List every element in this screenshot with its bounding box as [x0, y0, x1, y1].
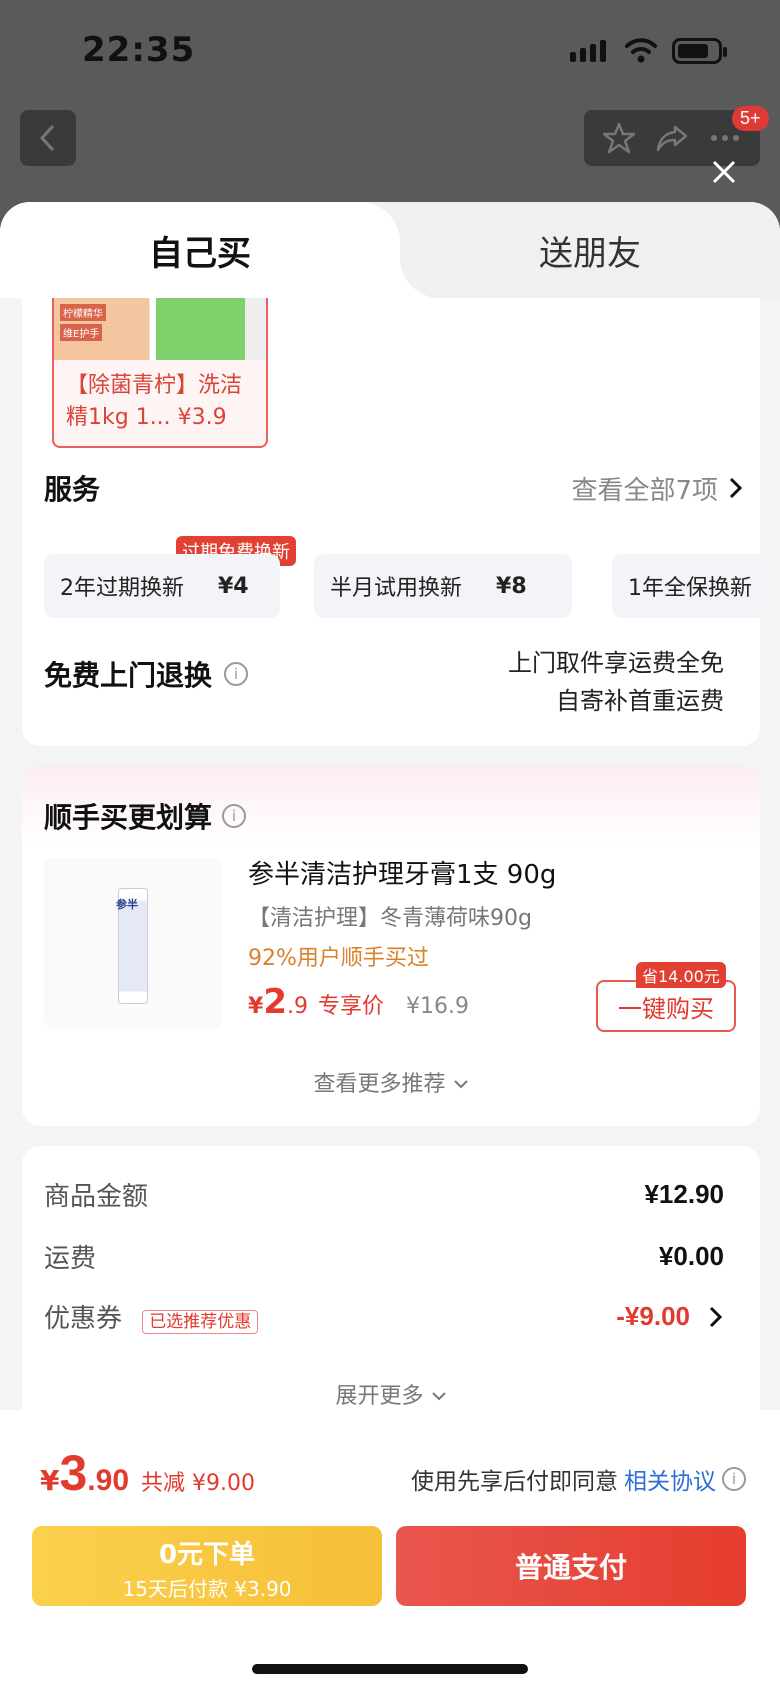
promo-thumb-tag: 维E护手	[60, 324, 103, 341]
tab-buy-for-self[interactable]: 自己买	[0, 202, 430, 298]
back-icon	[39, 124, 55, 152]
free-return-title: 免费上门退换 i	[44, 654, 249, 694]
coupon-label: 优惠券	[44, 1304, 123, 1334]
goods-amount-label: 商品金额	[44, 1182, 149, 1212]
tab-gift-friend[interactable]: 送朋友	[400, 202, 780, 298]
price-decimal: .9	[286, 994, 308, 1019]
info-icon[interactable]: i	[222, 804, 247, 828]
product-brand-mark: 参半	[116, 898, 138, 911]
expand-more-label: 展开更多	[335, 1384, 424, 1409]
see-more-label: 查看更多推荐	[313, 1072, 446, 1097]
status-time: 22:35	[82, 30, 196, 70]
agreement-text: 使用先享后付即同意 相关协议 i	[411, 1462, 746, 1496]
price-integer: 2	[263, 982, 287, 1022]
coupon-tag: 已选推荐优惠	[142, 1310, 259, 1334]
return-desc-line: 上门取件享运费全免	[508, 649, 724, 677]
pay-later-button[interactable]: 0元下单 15天后付款 ¥3.90	[32, 1526, 382, 1606]
close-icon[interactable]	[704, 152, 744, 192]
chevron-right-icon	[709, 1306, 723, 1327]
promo-product-card[interactable]: 柠檬精华 维E护手 【除菌青柠】洗洁精1kg 1... ¥3.9	[52, 298, 268, 448]
promo-thumb-tag: 柠檬精华	[60, 304, 106, 321]
pay-later-main: 0元下单	[158, 1540, 256, 1570]
share-icon[interactable]	[655, 121, 689, 155]
back-button[interactable]	[20, 110, 76, 166]
purchase-tabs: 自己买 送朋友	[0, 202, 780, 298]
price-currency: ¥	[248, 994, 264, 1019]
pay-later-sub: 15天后付款 ¥3.90	[122, 1577, 292, 1601]
product-name[interactable]: 参半清洁护理牙膏1支 90g	[248, 854, 556, 891]
original-price: ¥16.9	[406, 994, 469, 1019]
goods-amount-row: 商品金额 ¥12.90	[44, 1176, 724, 1213]
status-bar: 22:35	[0, 0, 780, 100]
chevron-down-icon	[431, 1392, 446, 1401]
see-more-recommend-link[interactable]: 查看更多推荐	[22, 1066, 760, 1098]
freight-row: 运费 ¥0.00	[44, 1238, 724, 1275]
view-all-services-link[interactable]: 查看全部7项	[571, 470, 744, 507]
recommend-title: 顺手买更划算 i	[44, 796, 247, 836]
info-icon[interactable]: i	[722, 1467, 746, 1491]
recommend-title-label: 顺手买更划算	[44, 801, 213, 834]
service-chip-full-warranty[interactable]: 1年全保换新	[612, 554, 760, 618]
chip-label: 半月试用换新	[330, 576, 463, 601]
service-options: 2年过期换新 ¥4 半月试用换新 ¥8 1年全保换新	[44, 554, 760, 618]
signal-icon	[570, 40, 606, 62]
info-icon[interactable]: i	[224, 662, 249, 686]
view-all-label: 查看全部7项	[571, 475, 718, 506]
battery-icon	[672, 38, 727, 64]
agreement-prefix: 使用先享后付即同意	[411, 1469, 618, 1495]
product-image[interactable]: 参半	[44, 858, 222, 1028]
expand-more-link[interactable]: 展开更多	[22, 1378, 760, 1410]
coupon-value: -¥9.00	[616, 1301, 690, 1331]
service-card: 柠檬精华 维E护手 【除菌青柠】洗洁精1kg 1... ¥3.9 服务 查看全部…	[22, 298, 760, 746]
coupon-row[interactable]: 优惠券 已选推荐优惠 -¥9.00	[44, 1298, 724, 1335]
product-price: ¥ 2 .9 专享价 ¥16.9	[248, 982, 469, 1022]
wifi-icon	[625, 38, 657, 63]
chevron-right-icon	[729, 477, 743, 499]
product-variant: 【清洁护理】冬青薄荷味90g	[248, 906, 532, 931]
return-desc-line: 自寄补首重运费	[556, 687, 724, 715]
total-integer: 3	[59, 1445, 88, 1501]
recommend-card: 顺手买更划算 i 参半 参半清洁护理牙膏1支 90g 【清洁护理】冬青薄荷味90…	[22, 766, 760, 1126]
chevron-down-icon	[453, 1080, 468, 1089]
total-decimal: .90	[87, 1464, 130, 1497]
checkout-footer: ¥ 3 .90 共减 ¥9.00 使用先享后付即同意 相关协议 i 0元下单 1…	[0, 1410, 780, 1688]
coupon-label-group: 优惠券 已选推荐优惠	[44, 1298, 259, 1335]
savings-badge: 省14.00元	[636, 962, 726, 988]
chip-price: ¥4	[218, 573, 249, 599]
service-chip-expiry[interactable]: 2年过期换新 ¥4	[44, 554, 280, 618]
price-label: 专享价	[317, 994, 384, 1019]
freight-value: ¥0.00	[658, 1241, 724, 1271]
total-price: ¥ 3 .90 共减 ¥9.00	[40, 1444, 255, 1502]
notification-badge: 5+	[732, 106, 769, 131]
promo-product-text: 【除菌青柠】洗洁精1kg 1... ¥3.9	[66, 373, 243, 430]
goods-amount-value: ¥12.90	[644, 1179, 724, 1209]
coupon-value-group: -¥9.00	[616, 1301, 724, 1332]
promo-product-image: 柠檬精华 维E护手	[54, 298, 266, 360]
total-discount: 共减 ¥9.00	[141, 1471, 255, 1496]
star-icon[interactable]	[602, 121, 636, 155]
chip-label: 1年全保换新	[628, 576, 752, 601]
chip-price: ¥8	[496, 573, 527, 599]
normal-pay-button[interactable]: 普通支付	[396, 1526, 746, 1606]
freight-label: 运费	[44, 1244, 97, 1274]
chip-label: 2年过期换新	[60, 576, 184, 601]
product-buyers-stat: 92%用户顺手买过	[248, 946, 429, 971]
agreement-link[interactable]: 相关协议	[624, 1462, 716, 1496]
home-indicator	[252, 1664, 528, 1674]
order-summary-card: 商品金额 ¥12.90 运费 ¥0.00 优惠券 已选推荐优惠 -¥9.00 展…	[22, 1146, 760, 1446]
service-header: 服务 查看全部7项	[44, 468, 744, 508]
free-return-label: 免费上门退换	[44, 659, 213, 692]
free-return-description: 上门取件享运费全免 自寄补首重运费	[508, 644, 724, 720]
total-currency: ¥	[40, 1464, 60, 1497]
service-title: 服务	[44, 473, 101, 506]
service-chip-trial[interactable]: 半月试用换新 ¥8	[314, 554, 572, 618]
